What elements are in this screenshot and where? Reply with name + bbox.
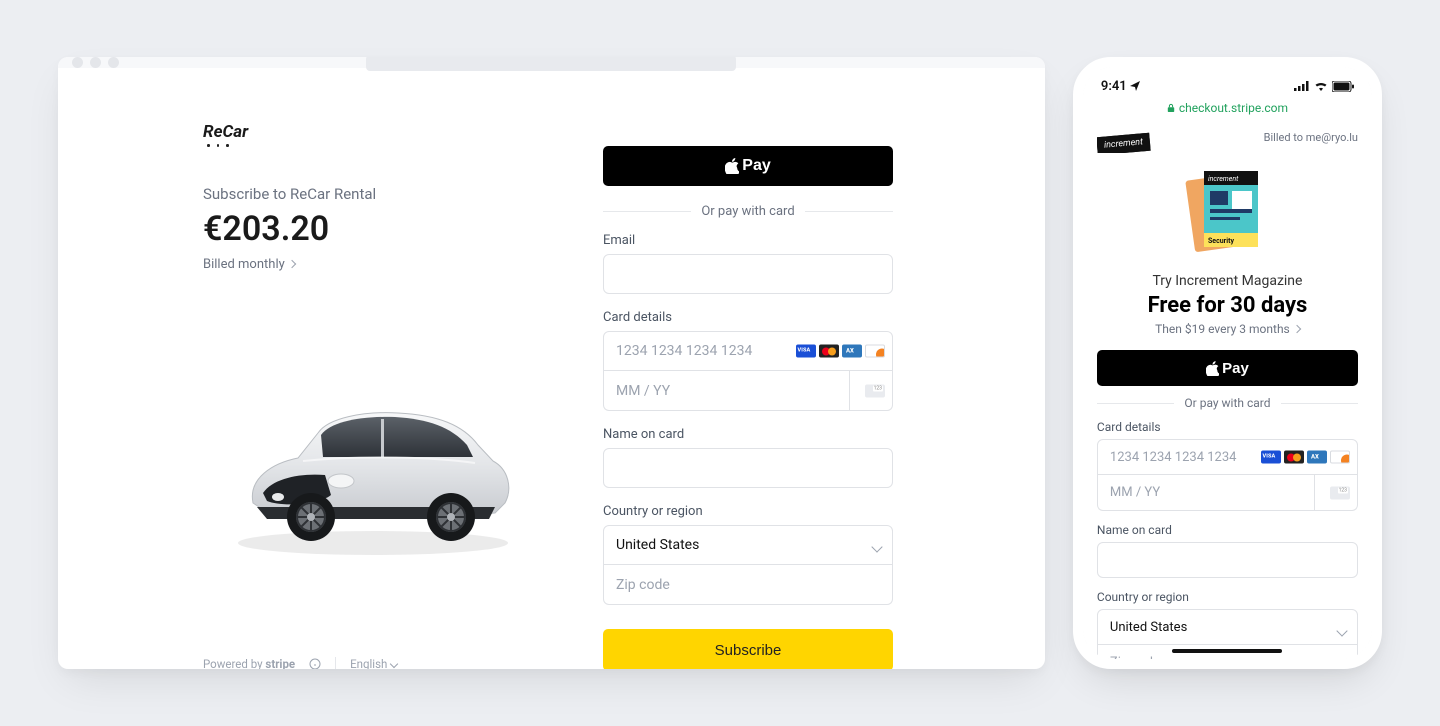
window-min-dot[interactable]	[90, 57, 101, 68]
chevron-down-icon	[390, 660, 398, 668]
visa-icon	[796, 345, 816, 358]
name-on-card-label: Name on card	[1097, 523, 1358, 537]
card-brand-icons	[1261, 451, 1350, 464]
try-line: Try Increment Magazine	[1097, 273, 1358, 289]
price: €203.20	[203, 209, 543, 249]
then-line-text: Then $19 every 3 months	[1155, 322, 1290, 336]
billing-interval[interactable]: Billed monthly	[203, 257, 543, 272]
or-pay-label: Or pay with card	[701, 204, 794, 219]
mastercard-icon	[1284, 451, 1304, 464]
brand-dots-icon	[207, 144, 543, 147]
payment-form: Pay Or pay with card Email Card details	[603, 122, 893, 669]
battery-icon	[1332, 81, 1354, 92]
powered-by: Powered by stripe	[203, 657, 295, 669]
brand-label: ReCar	[203, 122, 248, 142]
merchant-brand: ReCar	[203, 122, 543, 147]
browser-title-bar	[58, 57, 1045, 68]
billing-label: Billed monthly	[203, 257, 285, 272]
lock-icon	[1167, 103, 1175, 113]
name-on-card-input[interactable]	[1097, 542, 1358, 578]
or-pay-label: Or pay with card	[1184, 396, 1270, 410]
country-value: United States	[1110, 620, 1187, 635]
info-icon[interactable]	[309, 658, 321, 669]
car-illustration-icon	[223, 383, 523, 563]
phone-mockup: 9:41 checkout.stripe.com increment Bille…	[1073, 57, 1382, 669]
zip-input[interactable]	[603, 565, 893, 605]
visa-icon	[1261, 451, 1281, 464]
amex-icon	[1307, 451, 1327, 464]
then-line[interactable]: Then $19 every 3 months	[1097, 322, 1358, 336]
discover-icon	[1330, 451, 1350, 464]
window-max-dot[interactable]	[108, 57, 119, 68]
increment-brand-badge: increment	[1097, 133, 1151, 153]
card-details-label: Card details	[1097, 420, 1358, 434]
product-hero: increment Security Try Increment Magazin…	[1097, 163, 1358, 336]
country-value: United States	[616, 537, 699, 553]
safari-url-bar[interactable]: checkout.stripe.com	[1083, 99, 1372, 121]
safari-url-text: checkout.stripe.com	[1179, 101, 1288, 115]
free-line: Free for 30 days	[1097, 293, 1358, 318]
or-divider: Or pay with card	[603, 204, 893, 219]
or-divider: Or pay with card	[1097, 396, 1358, 410]
phone-notch	[1168, 67, 1286, 89]
email-input[interactable]	[603, 254, 893, 294]
desktop-browser-window: ReCar Subscribe to ReCar Rental €203.20 …	[58, 57, 1045, 669]
magazine-illustration-icon: increment Security	[1182, 163, 1272, 263]
email-label: Email	[603, 233, 893, 248]
apple-logo-icon	[725, 158, 739, 174]
svg-text:increment: increment	[1208, 175, 1239, 183]
chevron-right-icon	[288, 260, 296, 268]
apple-pay-label: Pay	[1222, 360, 1249, 377]
apple-logo-icon	[1206, 361, 1219, 376]
country-label: Country or region	[603, 504, 893, 519]
cvc-hint-icon	[865, 385, 885, 398]
checkout-footer: Powered by stripe English	[203, 645, 543, 669]
country-select[interactable]: United States	[1097, 609, 1358, 645]
amex-icon	[842, 345, 862, 358]
svg-text:Security: Security	[1208, 237, 1234, 245]
card-brand-icons	[796, 345, 885, 358]
apple-pay-button[interactable]: Pay	[1097, 350, 1358, 386]
status-time: 9:41	[1101, 79, 1127, 94]
apple-pay-label: Pay	[742, 157, 770, 175]
window-close-dot[interactable]	[72, 57, 83, 68]
card-details-label: Card details	[603, 310, 893, 325]
card-expiry-input[interactable]	[1097, 475, 1314, 511]
checkout-body: ReCar Subscribe to ReCar Rental €203.20 …	[58, 68, 1045, 669]
language-label: English	[350, 657, 387, 669]
product-image	[203, 302, 543, 646]
product-summary: ReCar Subscribe to ReCar Rental €203.20 …	[203, 122, 543, 669]
browser-url-placeholder	[366, 57, 736, 71]
language-selector[interactable]: English	[350, 657, 397, 669]
window-traffic-lights	[72, 57, 119, 68]
cvc-hint-icon	[1330, 487, 1350, 500]
cellular-icon	[1294, 81, 1310, 91]
chevron-right-icon	[1293, 325, 1301, 333]
card-expiry-input[interactable]	[603, 371, 849, 411]
location-arrow-icon	[1130, 81, 1140, 91]
subscribe-title: Subscribe to ReCar Rental	[203, 185, 543, 203]
discover-icon	[865, 345, 885, 358]
subscribe-button[interactable]: Subscribe	[603, 629, 893, 669]
name-on-card-input[interactable]	[603, 448, 893, 488]
country-label: Country or region	[1097, 590, 1358, 604]
wifi-icon	[1314, 81, 1328, 91]
name-on-card-label: Name on card	[603, 427, 893, 442]
phone-checkout-body: increment Billed to me@ryo.lu increment …	[1083, 121, 1372, 659]
apple-pay-button[interactable]: Pay	[603, 146, 893, 186]
mastercard-icon	[819, 345, 839, 358]
billed-to-label: Billed to me@ryo.lu	[1264, 131, 1358, 144]
country-select[interactable]: United States	[603, 525, 893, 565]
home-indicator[interactable]	[1172, 649, 1282, 653]
